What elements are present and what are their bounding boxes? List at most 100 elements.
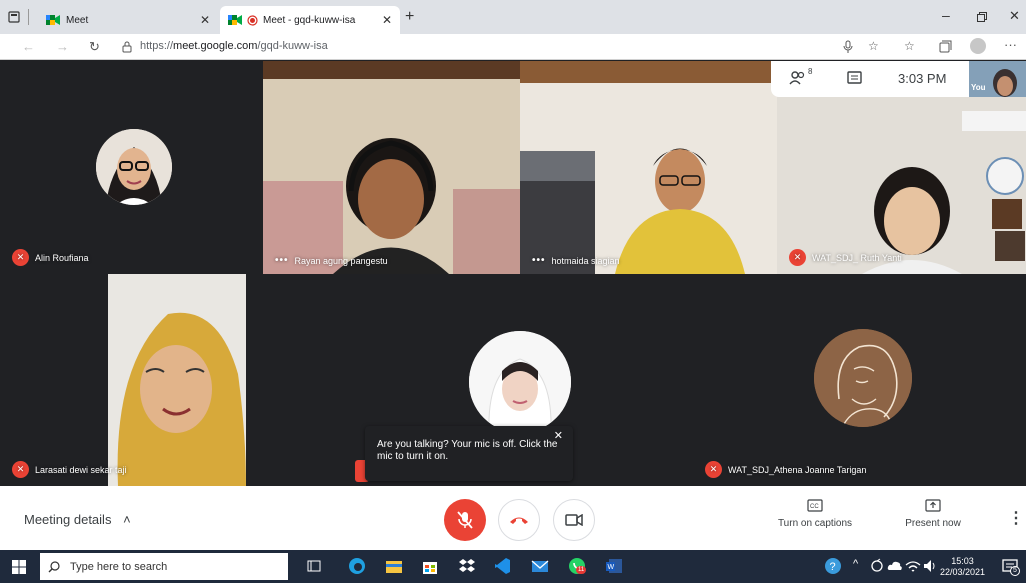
participant-name-row: ✕ Alin Roufiana bbox=[12, 249, 89, 266]
tab-actions-icon[interactable] bbox=[8, 11, 20, 23]
visual-studio-code-icon[interactable] bbox=[494, 557, 512, 575]
favorites-list-icon[interactable]: ☆ bbox=[904, 39, 915, 53]
notifications-button[interactable]: 5 bbox=[1001, 557, 1020, 576]
present-now-button[interactable]: Present now bbox=[898, 499, 968, 529]
svg-text:?: ? bbox=[830, 561, 836, 573]
mic-off-icon: ✕ bbox=[12, 249, 29, 266]
whatsapp-icon[interactable]: 11 bbox=[568, 557, 587, 575]
windows-taskbar: Type here to search 11 W ? ^ 15:03 22/03… bbox=[0, 550, 1026, 583]
participant-tile[interactable]: ✕ Alin Roufiana bbox=[0, 61, 263, 274]
url-field[interactable]: https://meet.google.com/gqd-kuww-isa bbox=[140, 40, 328, 52]
svg-text:W: W bbox=[608, 564, 615, 571]
meeting-details-button[interactable]: Meeting details ˄ bbox=[24, 512, 131, 527]
forward-icon[interactable]: → bbox=[56, 39, 69, 54]
more-options-icon[interactable]: ··· bbox=[1004, 37, 1017, 52]
close-tab-icon[interactable]: ✕ bbox=[200, 13, 210, 27]
file-explorer-icon[interactable] bbox=[385, 557, 403, 575]
collections-icon[interactable] bbox=[939, 40, 952, 53]
volume-icon[interactable] bbox=[921, 557, 939, 575]
whatsapp-badge: 11 bbox=[576, 566, 587, 574]
tab-meet-call-label: Meet - gqd-kuww-isa bbox=[263, 14, 356, 26]
self-view-thumbnail[interactable]: You bbox=[969, 61, 1026, 97]
cloud-icon[interactable] bbox=[886, 557, 904, 575]
participant-avatar bbox=[814, 329, 912, 427]
mic-off-icon: ✕ bbox=[705, 461, 722, 478]
search-placeholder: Type here to search bbox=[70, 560, 168, 573]
more-options-vertical-icon[interactable]: ⋮ bbox=[1008, 508, 1024, 528]
favorite-icon[interactable]: ☆ bbox=[868, 39, 879, 53]
chat-icon[interactable] bbox=[847, 71, 862, 86]
recording-icon bbox=[247, 14, 258, 26]
back-icon[interactable]: ← bbox=[22, 39, 35, 54]
participants-count: 8 bbox=[808, 67, 813, 76]
microphone-icon[interactable] bbox=[843, 40, 853, 54]
microphone-toggle-button[interactable] bbox=[444, 499, 486, 541]
speaking-indicator-icon: ••• bbox=[532, 255, 546, 266]
new-tab-icon[interactable]: + bbox=[405, 8, 414, 26]
reload-icon[interactable]: ↻ bbox=[89, 39, 100, 55]
participant-name: WAT_SDJ_ Ruth Yanti bbox=[812, 252, 902, 263]
dropbox-icon[interactable] bbox=[458, 557, 476, 575]
taskbar-date: 22/03/2021 bbox=[940, 567, 986, 577]
profile-avatar[interactable] bbox=[970, 38, 986, 54]
edge-browser-icon[interactable] bbox=[348, 557, 366, 575]
participant-video bbox=[263, 61, 520, 274]
tab-meet[interactable]: Meet ✕ bbox=[38, 6, 218, 34]
store-icon[interactable] bbox=[421, 557, 439, 575]
meeting-controls-bar: Meeting details ˄ CC Turn on captions Pr… bbox=[0, 486, 1026, 550]
url-prefix: https:// bbox=[140, 40, 174, 52]
minimize-icon[interactable]: – bbox=[942, 7, 950, 23]
participant-name-row: ✕ WAT_SDJ_Athena Joanne Tarigan bbox=[705, 461, 866, 478]
word-icon[interactable]: W bbox=[605, 557, 623, 575]
restore-icon[interactable] bbox=[977, 12, 987, 22]
taskbar-clock[interactable]: 15:03 22/03/2021 bbox=[940, 556, 985, 578]
participant-video bbox=[108, 274, 246, 486]
participant-tile[interactable]: ••• Rayan agung pangestu bbox=[263, 61, 520, 274]
self-view-label: You bbox=[971, 83, 986, 92]
close-tooltip-icon[interactable]: ✕ bbox=[554, 430, 563, 442]
participant-tile[interactable]: ✕ WAT_SDJ_Athena Joanne Tarigan bbox=[693, 274, 1026, 486]
participant-avatar bbox=[96, 129, 172, 205]
leave-call-button[interactable] bbox=[498, 499, 540, 541]
participant-name: WAT_SDJ_Athena Joanne Tarigan bbox=[728, 464, 867, 475]
meeting-clock: 3:03 PM bbox=[898, 71, 947, 86]
present-label: Present now bbox=[905, 518, 961, 529]
wifi-icon[interactable] bbox=[904, 557, 922, 575]
mic-off-icon: ✕ bbox=[789, 249, 806, 266]
lock-icon[interactable] bbox=[122, 41, 132, 53]
onedrive-sync-icon[interactable] bbox=[868, 557, 886, 575]
participant-name-row: ••• Rayan agung pangestu bbox=[275, 255, 388, 266]
task-view-icon[interactable] bbox=[305, 557, 323, 575]
participant-name-row: ••• hotmaida siagian bbox=[532, 255, 620, 266]
speaking-indicator-icon: ••• bbox=[275, 255, 289, 266]
participant-name: Alin Roufiana bbox=[35, 252, 89, 263]
participant-name: Rayan agung pangestu bbox=[294, 255, 388, 266]
participants-button[interactable]: 8 bbox=[789, 67, 813, 86]
taskbar-search-input[interactable]: Type here to search bbox=[40, 553, 288, 580]
meeting-stage: ✕ Alin Roufiana ••• Rayan agung pangestu bbox=[0, 61, 1026, 486]
meeting-details-label: Meeting details bbox=[24, 512, 112, 527]
windows-start-icon[interactable] bbox=[12, 560, 26, 574]
participant-tile[interactable]: ••• hotmaida siagian bbox=[520, 61, 777, 274]
address-bar: ← → ↻ https://meet.google.com/gqd-kuww-i… bbox=[0, 34, 1026, 60]
closed-captions-icon: CC bbox=[807, 499, 823, 512]
hang-up-icon bbox=[510, 517, 528, 524]
browser-tab-bar: Meet ✕ Meet - gqd-kuww-isa ✕ + – ✕ bbox=[0, 0, 1026, 34]
participant-video bbox=[520, 61, 777, 274]
camera-toggle-button[interactable] bbox=[553, 499, 595, 541]
show-hidden-icons-icon[interactable]: ^ bbox=[853, 558, 858, 570]
url-path: /gqd-kuww-isa bbox=[257, 40, 328, 52]
url-domain: meet.google.com bbox=[173, 40, 258, 52]
captions-button[interactable]: CC Turn on captions bbox=[773, 499, 857, 529]
close-tab-icon[interactable]: ✕ bbox=[382, 13, 392, 27]
meet-top-bar: 8 3:03 PM You bbox=[771, 61, 1026, 97]
participant-tile[interactable]: ✕ Larasati dewi sekar taji bbox=[0, 274, 263, 486]
mail-icon[interactable] bbox=[531, 557, 549, 575]
participant-avatar bbox=[469, 331, 571, 433]
tab-meet-call[interactable]: Meet - gqd-kuww-isa ✕ bbox=[220, 6, 400, 34]
tooltip-text: Are you talking? Your mic is off. Click … bbox=[377, 439, 558, 462]
video-camera-icon bbox=[565, 514, 583, 526]
help-icon[interactable]: ? bbox=[824, 557, 842, 575]
close-window-icon[interactable]: ✕ bbox=[1009, 8, 1020, 24]
chevron-up-icon: ˄ bbox=[123, 512, 131, 527]
